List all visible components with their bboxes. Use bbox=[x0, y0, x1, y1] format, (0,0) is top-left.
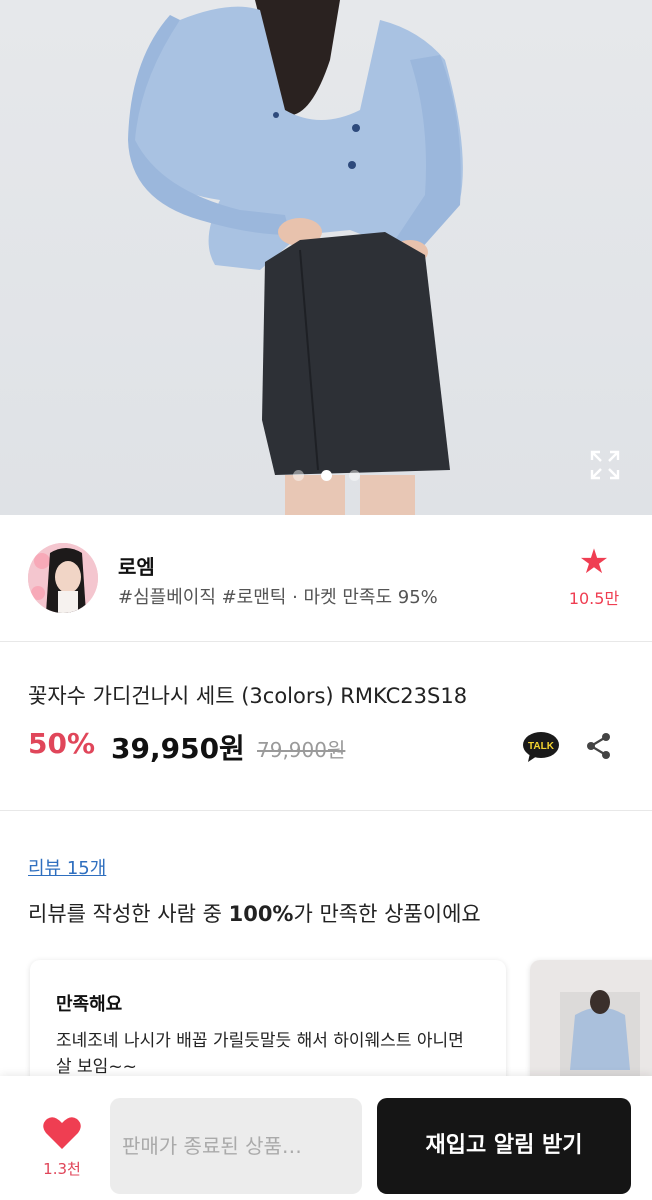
product-image-carousel[interactable] bbox=[0, 0, 652, 515]
shop-info[interactable]: 로엠 #심플베이직 #로맨틱 · 마켓 만족도 95% ★ 10.5만 bbox=[0, 515, 652, 642]
review-summary: 리뷰를 작성한 사람 중 100%가 만족한 상품이에요 bbox=[28, 898, 481, 928]
heart-icon bbox=[43, 1117, 81, 1149]
like-count: 1.3천 bbox=[43, 1160, 81, 1178]
review-section: 리뷰 15개 리뷰를 작성한 사람 중 100%가 만족한 상품이에요 만족해요… bbox=[0, 812, 652, 1100]
favorite-count: 10.5만 bbox=[568, 589, 620, 608]
soldout-button[interactable]: 판매가 종료된 상품… bbox=[110, 1098, 362, 1194]
restock-alert-button[interactable]: 재입고 알림 받기 bbox=[377, 1098, 631, 1194]
original-price: 79,900원 bbox=[257, 738, 346, 762]
product-title: 꽃자수 가디건나시 세트 (3colors) RMKC23S18 bbox=[28, 684, 468, 708]
shop-name[interactable]: 로엠 bbox=[118, 551, 155, 580]
bottom-action-bar: 1.3천 판매가 종료된 상품… 재입고 알림 받기 bbox=[0, 1076, 652, 1200]
carousel-indicator bbox=[0, 470, 652, 481]
carousel-dot-active[interactable] bbox=[320, 470, 332, 481]
kakao-talk-icon[interactable]: TALK bbox=[522, 731, 560, 763]
like-button[interactable]: 1.3천 bbox=[32, 1116, 92, 1179]
discount-rate: 50% bbox=[28, 727, 96, 760]
sale-price: 39,950원 bbox=[111, 732, 245, 765]
review-card-body: 조녜조녜 나시가 배꼽 가릴듯말듯 해서 하이웨스트 아니면 살 보임~~ bbox=[56, 1031, 464, 1077]
review-summary-suffix: 가 만족한 상품이에요 bbox=[293, 902, 481, 926]
talk-label: TALK bbox=[528, 741, 555, 752]
star-icon: ★ bbox=[578, 542, 610, 582]
favorite-shop-button[interactable]: ★ 10.5만 bbox=[562, 545, 626, 609]
product-photo bbox=[128, 0, 463, 515]
review-satisfaction-rate: 100% bbox=[228, 902, 294, 926]
review-count-link[interactable]: 리뷰 15개 bbox=[28, 854, 106, 880]
review-summary-prefix: 리뷰를 작성한 사람 중 bbox=[28, 902, 229, 926]
carousel-dot[interactable] bbox=[348, 470, 360, 481]
shop-avatar[interactable] bbox=[28, 543, 98, 613]
product-info: 꽃자수 가디건나시 세트 (3colors) RMKC23S18 50% 39,… bbox=[0, 643, 652, 811]
expand-icon[interactable] bbox=[588, 448, 622, 482]
review-card-title: 만족해요 bbox=[56, 994, 123, 1015]
shop-tags: #심플베이직 #로맨틱 · 마켓 만족도 95% bbox=[118, 587, 438, 608]
share-icon[interactable] bbox=[584, 731, 614, 761]
carousel-dot[interactable] bbox=[292, 470, 304, 481]
